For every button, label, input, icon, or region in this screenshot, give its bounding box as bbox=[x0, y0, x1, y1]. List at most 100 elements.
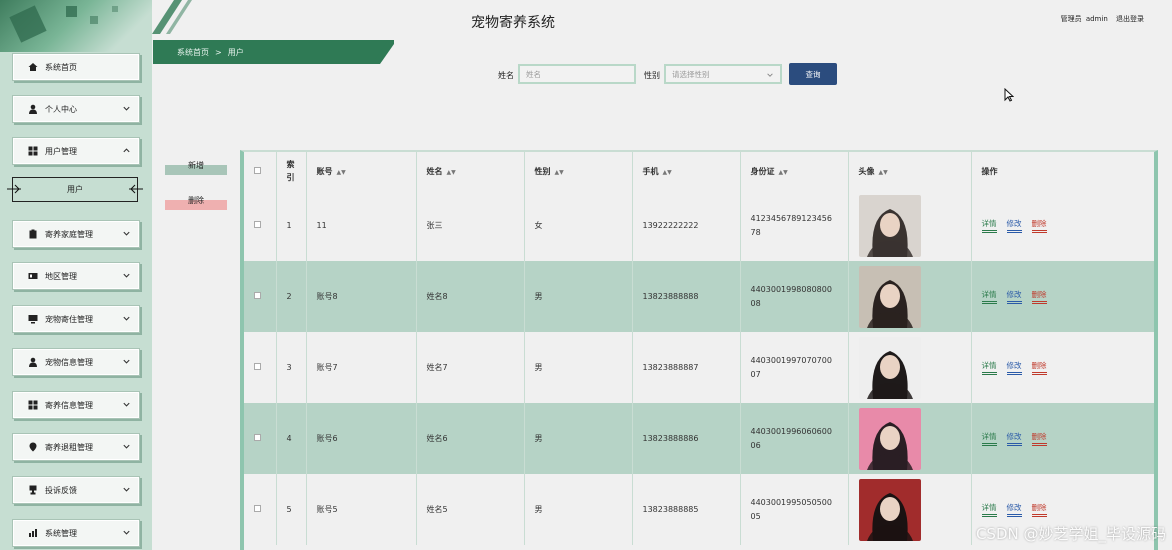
app-title: 宠物寄养系统 bbox=[471, 15, 555, 31]
cell-index: 5 bbox=[276, 474, 307, 545]
cell-actions: 详情 修改 删除 bbox=[971, 332, 1154, 403]
table-row: 1 11 张三女 13922222222 412345678912345678 详情 修改删… bbox=[244, 190, 1154, 261]
cell-avatar bbox=[848, 332, 972, 403]
sidebar-item-feedback[interactable]: 投诉反馈 bbox=[12, 476, 140, 504]
sidebar-item-label: 宠物寄住管理 bbox=[45, 314, 93, 324]
column-header-avatar[interactable]: 头像 ▲▼ bbox=[848, 152, 972, 190]
delete-button-label: 删除 bbox=[188, 196, 204, 205]
arrow-right-icon bbox=[129, 183, 143, 195]
cell-account: 账号7 bbox=[306, 332, 417, 403]
column-header-phone[interactable]: 手机 ▲▼ bbox=[632, 152, 741, 190]
edit-link[interactable]: 修改 bbox=[1006, 431, 1022, 446]
edit-link[interactable]: 修改 bbox=[1006, 360, 1022, 375]
detail-link[interactable]: 详情 bbox=[981, 289, 997, 304]
detail-link[interactable]: 详情 bbox=[981, 502, 997, 517]
column-header-index: 索引 bbox=[276, 152, 307, 190]
batch-delete-button[interactable]: 删除 bbox=[165, 196, 227, 210]
chevron-up-icon bbox=[122, 146, 131, 155]
cell-gender: 男 bbox=[524, 332, 633, 403]
header-decoration bbox=[152, 0, 212, 34]
edit-link[interactable]: 修改 bbox=[1006, 289, 1022, 304]
table-row: 3 账号7 姓名7 男 13823888887 440300199707070007 详情修… bbox=[244, 332, 1154, 403]
logout-link[interactable]: 退出登录 bbox=[1116, 15, 1144, 23]
chevron-down-icon bbox=[122, 400, 131, 409]
sidebar-item-label: 宠物信息管理 bbox=[45, 357, 93, 367]
sidebar-item-pet-info[interactable]: 宠物信息管理 bbox=[12, 348, 140, 376]
avatar[interactable] bbox=[858, 336, 921, 399]
sidebar: 系统首页 个人中心 用户管理 用户 寄养家庭管理 地区管理 宠物寄住管理 宠物信… bbox=[0, 0, 152, 550]
chevron-down-icon bbox=[122, 229, 131, 238]
avatar[interactable] bbox=[858, 265, 921, 328]
monitor-icon bbox=[27, 314, 38, 325]
sidebar-item-foster-info[interactable]: 寄养信息管理 bbox=[12, 391, 140, 419]
cell-name: 张三 bbox=[416, 190, 525, 261]
edit-link[interactable]: 修改 bbox=[1006, 502, 1022, 517]
grid-icon bbox=[27, 400, 38, 411]
add-button[interactable]: 新增 bbox=[165, 161, 227, 175]
delete-link[interactable]: 删除 bbox=[1031, 218, 1047, 233]
delete-link[interactable]: 删除 bbox=[1031, 502, 1047, 517]
detail-link[interactable]: 详情 bbox=[981, 360, 997, 375]
arrow-left-icon bbox=[7, 183, 21, 195]
name-search-input[interactable]: 姓名 bbox=[518, 64, 636, 84]
column-header-account[interactable]: 账号 ▲▼ bbox=[306, 152, 417, 190]
sidebar-item-region[interactable]: 地区管理 bbox=[12, 262, 140, 290]
cell-avatar bbox=[848, 403, 972, 474]
row-checkbox[interactable] bbox=[244, 261, 277, 332]
cell-index: 1 bbox=[276, 190, 307, 261]
sidebar-item-user-management[interactable]: 用户管理 bbox=[12, 137, 140, 165]
search-button[interactable]: 查询 bbox=[789, 63, 837, 85]
detail-link[interactable]: 详情 bbox=[981, 218, 997, 233]
sidebar-item-label: 个人中心 bbox=[45, 104, 77, 114]
cell-avatar bbox=[848, 474, 972, 545]
cell-actions: 详情 修改 删除 bbox=[971, 190, 1154, 261]
name-label: 姓名 bbox=[498, 71, 514, 80]
sidebar-item-foster-termination[interactable]: 寄养退租管理 bbox=[12, 433, 140, 461]
avatar[interactable] bbox=[858, 194, 921, 257]
user-role: 管理员 bbox=[1060, 15, 1082, 23]
sidebar-item-foster-family[interactable]: 寄养家庭管理 bbox=[12, 220, 140, 248]
avatar[interactable] bbox=[858, 478, 921, 541]
cell-idcard: 412345678912345678 bbox=[740, 190, 849, 261]
detail-link[interactable]: 详情 bbox=[981, 431, 997, 446]
sidebar-item-personal[interactable]: 个人中心 bbox=[12, 95, 140, 123]
row-checkbox[interactable] bbox=[244, 190, 277, 261]
breadcrumb-home[interactable]: 系统首页 bbox=[177, 47, 209, 58]
row-checkbox[interactable] bbox=[244, 403, 277, 474]
sidebar-item-system[interactable]: 系统管理 bbox=[12, 519, 140, 547]
column-header-actions: 操作 bbox=[981, 166, 998, 176]
column-header-gender[interactable]: 性别 ▲▼ bbox=[524, 152, 633, 190]
cell-gender: 男 bbox=[524, 261, 633, 332]
sidebar-item-label: 寄养退租管理 bbox=[45, 442, 93, 452]
delete-link[interactable]: 删除 bbox=[1031, 289, 1047, 304]
row-checkbox[interactable] bbox=[244, 332, 277, 403]
delete-link[interactable]: 删除 bbox=[1031, 360, 1047, 375]
row-checkbox[interactable] bbox=[244, 474, 277, 545]
avatar[interactable] bbox=[858, 407, 921, 470]
column-header-idcard[interactable]: 身份证 ▲▼ bbox=[740, 152, 849, 190]
cell-idcard: 440300199707070007 bbox=[740, 332, 849, 403]
cell-account: 11 bbox=[306, 190, 417, 261]
cell-name: 姓名5 bbox=[416, 474, 525, 545]
add-button-label: 新增 bbox=[188, 161, 204, 170]
mouse-cursor-icon bbox=[1004, 87, 1015, 102]
sidebar-item-label: 寄养家庭管理 bbox=[45, 229, 93, 239]
sidebar-subitem-user[interactable]: 用户 bbox=[7, 177, 143, 202]
chevron-down-icon bbox=[122, 271, 131, 280]
gender-select[interactable]: 请选择性别 bbox=[664, 64, 782, 84]
edit-link[interactable]: 修改 bbox=[1006, 218, 1022, 233]
chevron-down-icon bbox=[122, 528, 131, 537]
person-icon bbox=[27, 104, 38, 115]
delete-link[interactable]: 删除 bbox=[1031, 431, 1047, 446]
cell-phone: 13823888885 bbox=[632, 474, 741, 545]
id-card-icon bbox=[27, 271, 38, 282]
sidebar-item-label: 系统首页 bbox=[45, 62, 77, 72]
sidebar-item-pet-boarding[interactable]: 宠物寄住管理 bbox=[12, 305, 140, 333]
cell-actions: 详情 修改 删除 bbox=[971, 261, 1154, 332]
column-header-name[interactable]: 姓名 ▲▼ bbox=[416, 152, 525, 190]
cell-avatar bbox=[848, 261, 972, 332]
sidebar-item-home[interactable]: 系统首页 bbox=[12, 53, 140, 81]
select-all-checkbox[interactable] bbox=[244, 152, 277, 190]
location-icon bbox=[27, 442, 38, 453]
clipboard-icon bbox=[27, 229, 38, 240]
